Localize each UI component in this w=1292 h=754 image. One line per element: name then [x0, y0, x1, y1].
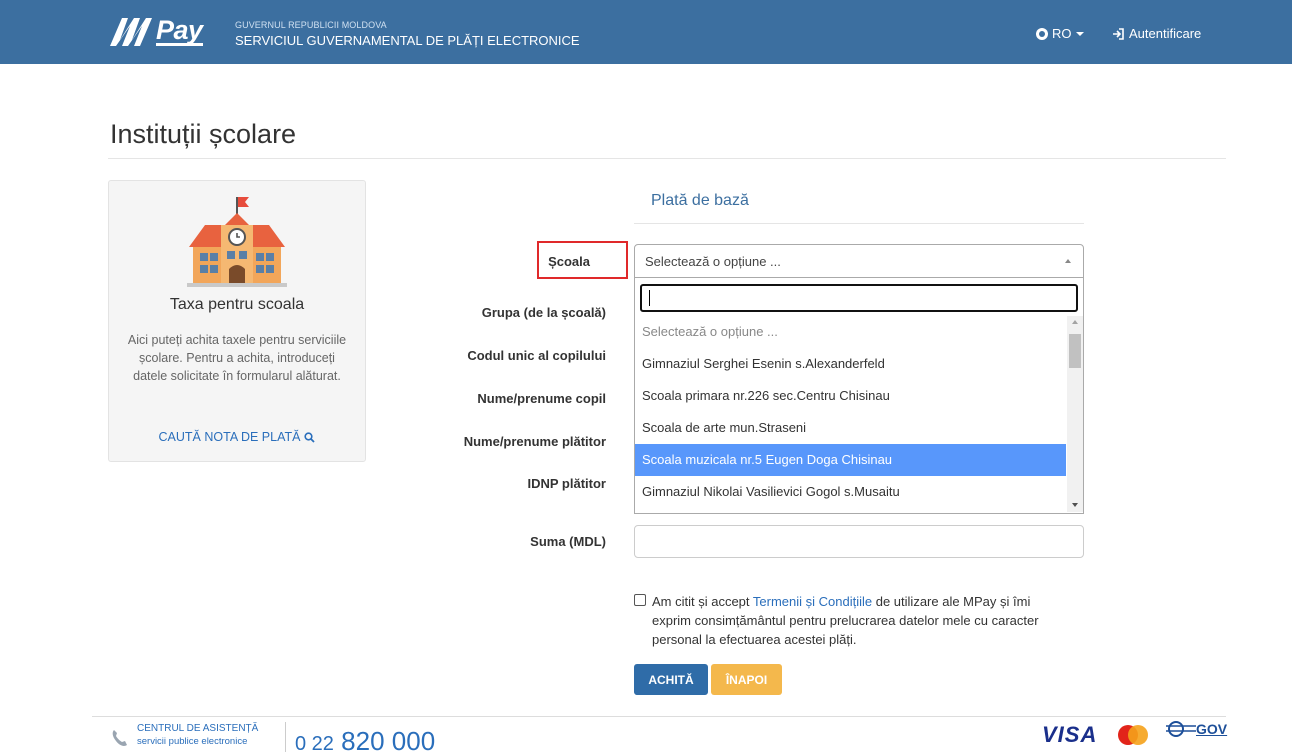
terms-text-before: Am citit și accept	[652, 594, 753, 609]
payer-name-label: Nume/prenume plătitor	[463, 434, 606, 449]
gov-logo-text: GOV	[1196, 721, 1228, 737]
back-button[interactable]: ÎNAPOI	[711, 664, 782, 695]
amount-label: Suma (MDL)	[530, 534, 606, 549]
school-select-value: Selectează o opțiune ...	[645, 254, 781, 269]
scroll-down-icon[interactable]	[1072, 503, 1078, 507]
phone-icon	[112, 730, 127, 746]
visa-logo: VISA	[1042, 722, 1098, 747]
school-option[interactable]: Scoala primara nr.226 sec.Centru Chisina…	[635, 380, 1066, 412]
school-option-highlighted[interactable]: Scoala muzicala nr.5 Eugen Doga Chisinau	[635, 444, 1066, 476]
school-label: Școala	[548, 254, 590, 269]
footer-separator	[285, 722, 286, 752]
service-info-card: Taxa pentru scoala Aici puteți achita ta…	[108, 180, 366, 462]
gov-logo-icon	[1166, 721, 1196, 737]
top-navbar: Pay GUVERNUL REPUBLICII MOLDOVA SERVICIU…	[0, 0, 1292, 64]
mastercard-logo-icon	[1118, 725, 1148, 745]
service-name: SERVICIUL GUVERNAMENTAL DE PLĂȚI ELECTRO…	[235, 33, 580, 48]
group-label: Grupa (de la școală)	[481, 305, 606, 320]
login-link[interactable]: Autentificare	[1112, 26, 1201, 41]
card-title: Taxa pentru scoala	[169, 296, 305, 313]
page-title: Instituții școlare	[110, 119, 297, 149]
section-divider	[634, 223, 1084, 224]
terms-checkbox[interactable]	[634, 594, 646, 606]
school-search-input[interactable]	[640, 284, 1078, 312]
logo-pay-text: Pay	[156, 14, 203, 46]
form-section-title: Plată de bază	[651, 192, 749, 209]
school-dropdown: Selectează o opțiune ... Gimnaziul Sergh…	[634, 278, 1084, 514]
search-payment-note-link[interactable]: CAUTĂ NOTA DE PLATĂ	[109, 430, 365, 444]
school-option[interactable]: Gimnaziul Nikolai Vasilievici Gogol s.Mu…	[635, 476, 1066, 508]
footer-divider	[92, 716, 1226, 717]
terms-text: Am citit și accept Termenii și Condițiil…	[652, 592, 1072, 649]
title-divider	[108, 158, 1226, 159]
language-dropdown[interactable]: RO	[1036, 26, 1084, 41]
child-name-label: Nume/prenume copil	[477, 391, 606, 406]
text-cursor	[649, 290, 650, 306]
login-label: Autentificare	[1129, 26, 1202, 41]
help-phone-number[interactable]: 0 22 820 000	[295, 726, 435, 754]
mpay-logo[interactable]: Pay	[108, 13, 203, 49]
scroll-up-icon[interactable]	[1072, 320, 1078, 324]
child-code-label: Codul unic al copilului	[467, 348, 606, 363]
dropdown-scrollbar[interactable]	[1067, 316, 1083, 512]
mpay-m-logo-icon	[110, 18, 152, 46]
help-center-subtitle: servicii publice electronice	[137, 736, 248, 747]
gov-logo: GOV	[1166, 720, 1227, 738]
gov-name: GUVERNUL REPUBLICII MOLDOVA	[235, 20, 387, 30]
chevron-up-icon	[1065, 259, 1071, 263]
phone-number: 820 000	[341, 726, 436, 754]
chevron-down-icon	[1075, 31, 1084, 36]
sign-in-icon	[1113, 27, 1124, 40]
search-icon	[304, 431, 316, 443]
globe-icon	[1036, 27, 1048, 40]
search-payment-note-label: CAUTĂ NOTA DE PLATĂ	[158, 430, 301, 444]
payer-idnp-label: IDNP plătitor	[527, 476, 607, 491]
school-building-icon	[187, 197, 287, 287]
amount-input[interactable]	[634, 525, 1084, 558]
school-option[interactable]: Gimnaziul Serghei Esenin s.Alexanderfeld	[635, 348, 1066, 380]
school-option[interactable]: Selectează o opțiune ...	[635, 316, 1066, 348]
school-options-list: Selectează o opțiune ... Gimnaziul Sergh…	[635, 316, 1066, 508]
terms-link[interactable]: Termenii și Condițiile	[753, 594, 872, 609]
scroll-thumb[interactable]	[1069, 334, 1081, 368]
pay-button[interactable]: ACHITĂ	[634, 664, 708, 695]
school-option[interactable]: Scoala de arte mun.Straseni	[635, 412, 1066, 444]
language-label: RO	[1052, 26, 1072, 41]
card-description: Aici puteți achita taxele pentru servici…	[127, 333, 347, 383]
help-center-title: CENTRUL DE ASISTENȚĂ	[137, 723, 259, 734]
phone-prefix: 0 22	[295, 733, 334, 754]
school-select[interactable]: Selectează o opțiune ...	[634, 244, 1084, 278]
